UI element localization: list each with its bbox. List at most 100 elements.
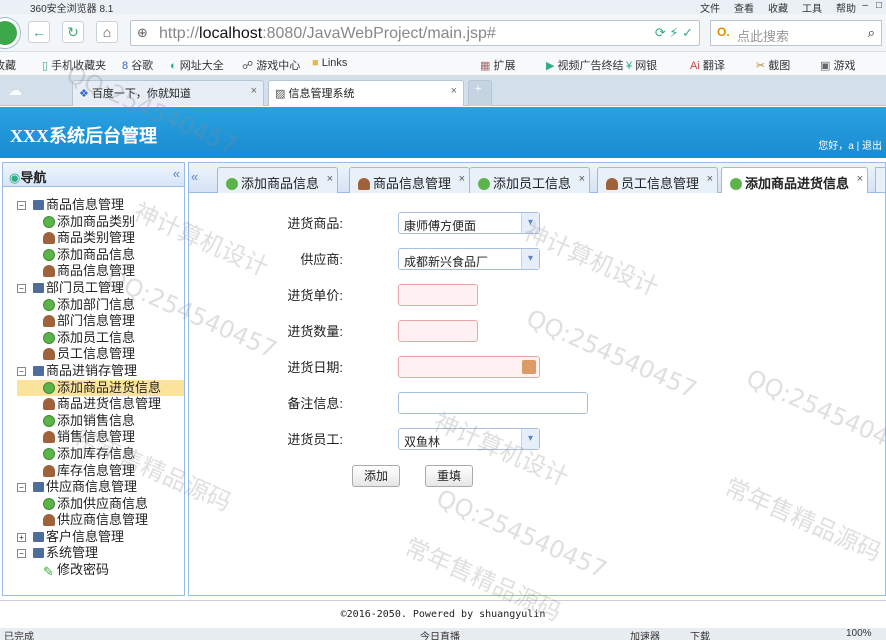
status-accelerator[interactable]: 加速器 xyxy=(630,628,660,640)
tree-item[interactable]: 员工信息管理 xyxy=(17,346,184,363)
browser-tab-baidu[interactable]: ❖ 百度一下，你就知道 × xyxy=(72,80,264,106)
fav-mobile[interactable]: ▯ 手机收藏夹 xyxy=(42,57,106,73)
add-button[interactable]: 添加 xyxy=(352,465,400,487)
tree-item[interactable]: ✎ 修改密码 xyxy=(17,562,184,579)
tree-item[interactable]: 添加部门信息 xyxy=(17,297,184,314)
chevron-down-icon[interactable]: ▾ xyxy=(521,429,539,449)
search-box[interactable]: O. 点此搜索 ⌕ xyxy=(710,20,882,46)
status-download[interactable]: 下载 xyxy=(690,628,710,640)
status-live[interactable]: 今日直播 xyxy=(420,628,460,640)
tree-group-4[interactable]: + 客户信息管理 xyxy=(17,529,184,546)
tree-item-label: 添加供应商信息 xyxy=(57,495,149,511)
home-button[interactable]: ⌂ xyxy=(96,21,118,43)
ext-game[interactable]: ▣ 游戏 xyxy=(820,57,855,73)
calendar-icon[interactable] xyxy=(522,360,536,374)
url-field[interactable]: ⊕ http://localhost:8080/JavaWebProject/m… xyxy=(130,20,700,46)
user-icon xyxy=(43,514,55,527)
folder-icon xyxy=(33,482,44,493)
zoom-level[interactable]: 100% xyxy=(846,628,872,639)
tree-item-label: 库存信息管理 xyxy=(57,462,136,478)
date-label: 进货日期: xyxy=(287,360,343,375)
url-actions-icon[interactable]: ⟳ ⚡ ✓ xyxy=(655,25,693,41)
menu-view[interactable]: 查看 xyxy=(734,0,754,15)
minimize-icon[interactable]: – xyxy=(862,0,868,11)
price-input[interactable] xyxy=(398,284,478,306)
search-icon[interactable]: ⌕ xyxy=(868,25,875,41)
price-label: 进货单价: xyxy=(287,288,343,303)
tree-group-label: 部门员工管理 xyxy=(46,279,125,295)
employee-select[interactable]: 双鱼林 ▾ xyxy=(398,428,540,450)
menu-tools[interactable]: 工具 xyxy=(802,0,822,15)
ext-translate[interactable]: Ai 翻译 xyxy=(690,57,725,73)
close-icon[interactable]: × xyxy=(451,85,457,97)
collapse-icon[interactable]: − xyxy=(17,283,26,293)
tree-item[interactable]: 商品类别管理 xyxy=(17,230,184,247)
memo-input[interactable] xyxy=(398,392,588,414)
status-text: 已完成 xyxy=(4,632,34,640)
fav-games[interactable]: ☍ 游戏中心 xyxy=(242,57,300,73)
tree-item[interactable]: 添加员工信息 xyxy=(17,330,184,347)
tree-group-2[interactable]: − 商品进销存管理 xyxy=(17,363,184,380)
tree-group-label: 商品信息管理 xyxy=(46,197,125,212)
tree-group-1[interactable]: − 部门员工管理 xyxy=(17,280,184,297)
tree-item-label: 添加商品类别 xyxy=(57,213,136,229)
supplier-select[interactable]: 成都新兴食品厂 ▾ xyxy=(398,248,540,270)
new-tab-button[interactable]: + xyxy=(468,80,492,106)
tree-item[interactable]: 添加商品进货信息 xyxy=(17,379,184,397)
cloud-icon[interactable]: ☁ xyxy=(8,82,22,99)
ext-bank[interactable]: ¥ 网银 xyxy=(626,57,657,73)
reset-button[interactable]: 重填 xyxy=(425,465,473,487)
tree-group-5[interactable]: − 系统管理 xyxy=(17,545,184,562)
search-engine-icon[interactable]: O. xyxy=(717,25,730,39)
product-select[interactable]: 康师傅方便面 ▾ xyxy=(398,212,540,234)
expand-icon[interactable]: + xyxy=(17,532,26,542)
add-icon xyxy=(43,497,55,510)
content-panel: « 添加商品信息 × 商品信息管理 × 添加员工信息 × 员工信息管理 × 添加商品进货信息 × … xyxy=(188,162,886,596)
chevron-down-icon[interactable]: ▾ xyxy=(521,249,539,269)
fav-google[interactable]: 8 谷歌 xyxy=(122,57,153,73)
ext-adblock[interactable]: ▶ 视频广告终结 xyxy=(546,57,624,73)
collapse-icon[interactable]: − xyxy=(17,549,26,559)
collapse-icon[interactable]: − xyxy=(17,201,26,210)
tree-item[interactable]: 部门信息管理 xyxy=(17,313,184,330)
menu-favorites[interactable]: 收藏 xyxy=(768,0,788,15)
tree-group-3[interactable]: − 供应商信息管理 xyxy=(17,479,184,496)
tree-item[interactable]: 商品进货信息管理 xyxy=(17,396,184,413)
fav-hao[interactable]: ◐ 网址大全 xyxy=(170,57,224,73)
tree-group-label: 供应商信息管理 xyxy=(46,479,138,495)
tree-item[interactable]: 销售信息管理 xyxy=(17,429,184,446)
ext-screenshot[interactable]: ✂ 截图 xyxy=(756,57,790,73)
collapse-icon[interactable]: − xyxy=(17,366,26,376)
maximize-icon[interactable]: □ xyxy=(876,0,882,11)
refresh-button[interactable]: ↻ xyxy=(62,21,84,43)
security-icon: ⊕ xyxy=(137,25,148,40)
scissors-icon: ✂ xyxy=(756,60,766,72)
ext-extend[interactable]: ▦ 扩展 xyxy=(480,57,515,73)
tree-item-label: 添加部门信息 xyxy=(57,296,136,312)
translate-icon: Ai xyxy=(690,60,700,72)
menu-file[interactable]: 文件 xyxy=(700,0,720,15)
tree-item[interactable]: 添加库存信息 xyxy=(17,446,184,463)
tree-item[interactable]: 商品信息管理 xyxy=(17,263,184,280)
chevron-down-icon[interactable]: ▾ xyxy=(521,213,539,233)
date-input[interactable] xyxy=(398,356,540,378)
back-button[interactable]: ← xyxy=(28,21,50,43)
chart-icon: ▨ xyxy=(275,88,286,100)
quantity-input[interactable] xyxy=(398,320,478,342)
tree-item[interactable]: 库存信息管理 xyxy=(17,463,184,480)
fav-collect[interactable]: 收藏 xyxy=(0,57,16,73)
tree-item[interactable]: 添加商品信息 xyxy=(17,247,184,264)
close-icon[interactable]: × xyxy=(251,85,257,97)
tree-item[interactable]: 供应商信息管理 xyxy=(17,512,184,529)
tree-group-0[interactable]: − 商品信息管理 xyxy=(17,197,184,214)
welcome-logout[interactable]: 您好，a | 退出 xyxy=(818,137,882,152)
browser-tab-app[interactable]: ▨ 信息管理系统 × xyxy=(268,80,464,106)
tree-item[interactable]: 添加商品类别 xyxy=(17,214,184,231)
browser-logo[interactable] xyxy=(0,18,20,48)
collapse-icon[interactable]: − xyxy=(17,483,26,493)
tree-item[interactable]: 添加销售信息 xyxy=(17,413,184,430)
collapse-icon[interactable]: « xyxy=(173,166,180,181)
tree-item[interactable]: 添加供应商信息 xyxy=(17,496,184,513)
fav-links[interactable]: ■ Links xyxy=(312,57,347,69)
menu-help[interactable]: 帮助 xyxy=(836,0,856,15)
